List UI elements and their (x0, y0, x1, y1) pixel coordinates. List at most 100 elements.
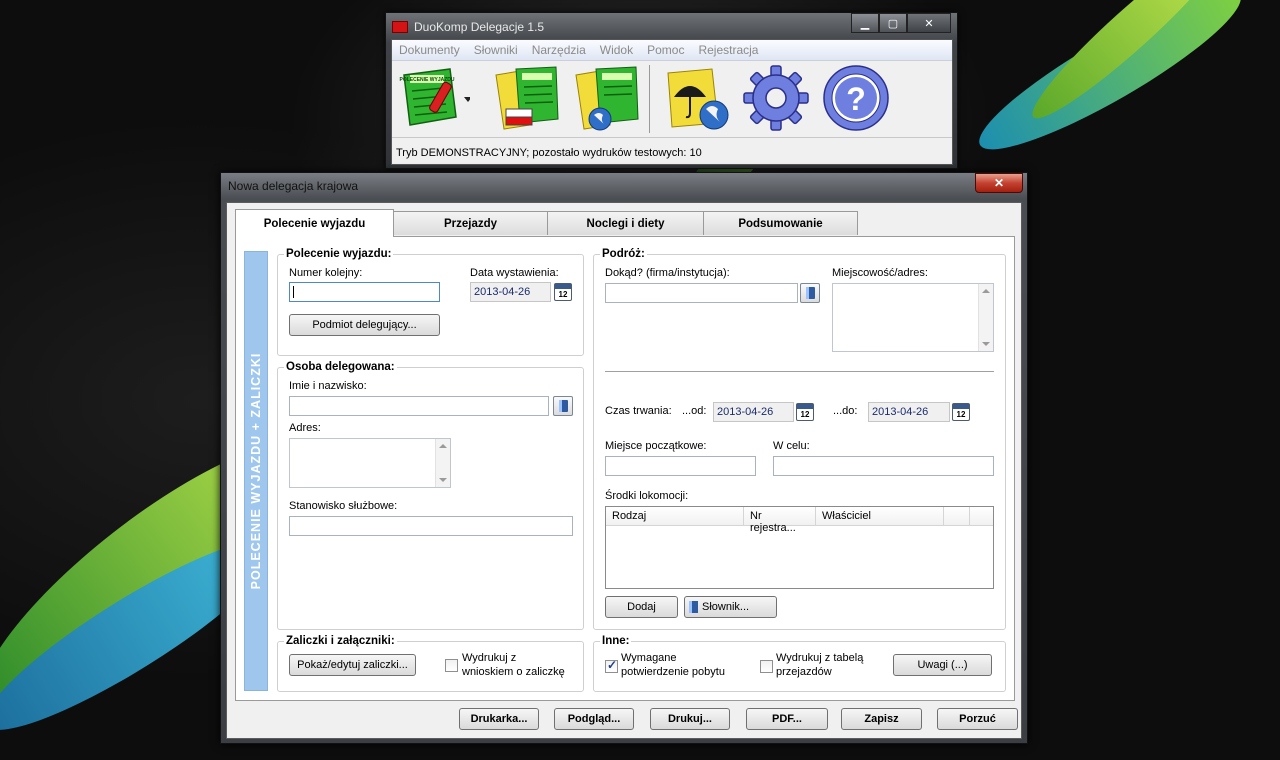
new-order-button[interactable]: POLECENIE WYJAZDU (398, 63, 470, 133)
srodki-lokomocji-label: Środki lokomocji: (605, 490, 689, 502)
divider (605, 371, 994, 372)
podglad-button[interactable]: Podgląd... (554, 708, 634, 730)
zaliczki-legend: Zaliczki i załączniki: (284, 635, 397, 647)
address-book-icon[interactable] (800, 283, 820, 303)
foreign-document-icon (575, 66, 639, 131)
column-header[interactable]: Nr rejestra... (744, 507, 816, 534)
osoba-group: Osoba delegowana: Imie i nazwisko: Adres… (277, 361, 584, 630)
wniosek-zaliczka-checkbox[interactable] (445, 659, 458, 672)
potwierdzenie-pobytu-checkbox[interactable] (605, 658, 618, 673)
inne-group: Inne: Wymagane potwierdzenie pobytu Wydr… (593, 635, 1006, 692)
dokad-label: Dokąd? (firma/instytucja): (605, 267, 730, 279)
numer-kolejny-input[interactable] (289, 282, 440, 302)
polecenie-group: Polecenie wyjazdu: Numer kolejny: Data w… (277, 248, 584, 356)
stanowisko-label: Stanowisko służbowe: (289, 500, 398, 512)
w-celu-input[interactable] (773, 456, 994, 476)
imie-nazwisko-input[interactable] (289, 396, 549, 416)
textarea-scrollbar[interactable] (978, 284, 993, 351)
menu-widok[interactable]: Widok (593, 43, 640, 57)
wniosek-label-2: wnioskiem o zaliczkę (462, 666, 565, 678)
miejscowosc-textarea[interactable] (832, 283, 994, 352)
zapisz-button[interactable]: Zapisz (841, 708, 922, 730)
podmiot-delegujacy-button[interactable]: Podmiot delegujący... (289, 314, 440, 336)
order-pen-icon: POLECENIE WYJAZDU (399, 68, 470, 126)
toolbar: POLECENIE WYJAZDU ? (392, 61, 952, 138)
help-question-icon: ? (823, 65, 889, 131)
tabela-label-2: przejazdów (776, 666, 832, 678)
gear-icon (743, 65, 809, 131)
menu-slowniki[interactable]: Słowniki (467, 43, 525, 57)
umbrella-globe-icon (667, 68, 729, 130)
window-controls: ▁ ▢ ✕ (851, 13, 951, 33)
column-header[interactable]: Właściciel (816, 507, 944, 526)
dialog-close-button[interactable]: ✕ (975, 173, 1023, 193)
dialog-client-area: Polecenie wyjazdu Przejazdy Noclegi i di… (226, 202, 1022, 739)
tabela-przejazdow-checkbox[interactable] (760, 660, 773, 673)
adres-label: Adres: (289, 422, 321, 434)
dodaj-button[interactable]: Dodaj (605, 596, 678, 618)
zaliczki-group: Zaliczki i załączniki: Pokaż/edytuj zali… (277, 635, 584, 692)
miejsce-poczatkowe-label: Miejsce początkowe: (605, 440, 707, 452)
tabela-label-1: Wydrukuj z tabelą (776, 652, 864, 664)
menu-dokumenty[interactable]: Dokumenty (392, 43, 467, 57)
svg-text:?: ? (846, 81, 866, 117)
data-wystawienia-input[interactable]: 2013-04-26 (470, 282, 551, 302)
edytuj-zaliczki-button[interactable]: Pokaż/edytuj zaliczki... (289, 654, 416, 676)
drukarka-button[interactable]: Drukarka... (459, 708, 539, 730)
menu-bar: Dokumenty Słowniki Narzędzia Widok Pomoc… (392, 40, 952, 61)
app-client-area: Dokumenty Słowniki Narzędzia Widok Pomoc… (391, 39, 953, 165)
column-header[interactable]: Rodzaj (606, 507, 744, 526)
close-button[interactable]: ✕ (907, 13, 951, 33)
podroz-legend: Podróż: (600, 248, 647, 260)
tab-polecenie-wyjazdu[interactable]: Polecenie wyjazdu (235, 209, 394, 237)
menu-pomoc[interactable]: Pomoc (640, 43, 691, 57)
data-od-input[interactable]: 2013-04-26 (713, 402, 794, 422)
maximize-button[interactable]: ▢ (879, 13, 907, 33)
menu-rejestracja[interactable]: Rejestracja (691, 43, 765, 57)
tab-podsumowanie[interactable]: Podsumowanie (703, 211, 858, 235)
stanowisko-input[interactable] (289, 516, 573, 536)
porzuc-button[interactable]: Porzuć (937, 708, 1018, 730)
uwagi-button[interactable]: Uwagi (...) (893, 654, 992, 676)
calendar-icon[interactable]: 12 (796, 403, 814, 421)
menu-narzedzia[interactable]: Narzędzia (525, 43, 593, 57)
wniosek-label-1: Wydrukuj z (462, 652, 517, 664)
column-header (970, 507, 993, 526)
insurance-button[interactable] (662, 63, 734, 133)
transport-table[interactable]: Rodzaj Nr rejestra... Właściciel (605, 506, 994, 589)
tab-noclegi-i-diety[interactable]: Noclegi i diety (547, 211, 704, 235)
tab-panel: POLECENIE WYJAZDU + ZALICZKI Polecenie w… (235, 236, 1015, 701)
drukuj-button[interactable]: Drukuj... (650, 708, 730, 730)
app-icon (392, 21, 408, 33)
polecenie-legend: Polecenie wyjazdu: (284, 248, 394, 260)
app-title: DuoKomp Delegacje 1.5 (414, 20, 545, 34)
address-book-icon[interactable] (553, 396, 573, 416)
numer-label: Numer kolejny: (289, 267, 363, 279)
calendar-icon[interactable]: 12 (554, 283, 572, 301)
calendar-icon[interactable]: 12 (952, 403, 970, 421)
dokad-input[interactable] (605, 283, 798, 303)
slownik-button[interactable]: Słownik... (684, 596, 777, 618)
main-app-window: DuoKomp Delegacje 1.5 ▁ ▢ ✕ Dokumenty Sł… (385, 12, 958, 169)
settings-button[interactable] (740, 63, 812, 133)
potwierdzenie-label-2: potwierdzenie pobytu (621, 666, 725, 678)
textarea-scrollbar[interactable] (435, 439, 450, 487)
data-wystawienia-label: Data wystawienia: (470, 267, 559, 279)
adres-textarea[interactable] (289, 438, 451, 488)
podroz-group: Podróż: Dokąd? (firma/instytucja): Miejs… (593, 248, 1006, 630)
new-delegation-dialog: Nowa delegacja krajowa ✕ Polecenie wyjaz… (220, 172, 1028, 744)
tab-przejazdy[interactable]: Przejazdy (393, 211, 548, 235)
dialog-title[interactable]: Nowa delegacja krajowa (228, 179, 358, 193)
pdf-button[interactable]: PDF... (746, 708, 828, 730)
minimize-button[interactable]: ▁ (851, 13, 879, 33)
miejsce-poczatkowe-input[interactable] (605, 456, 756, 476)
app-titlebar[interactable]: DuoKomp Delegacje 1.5 (392, 17, 544, 37)
data-do-input[interactable]: 2013-04-26 (868, 402, 950, 422)
help-button[interactable]: ? (820, 63, 892, 133)
section-side-label: POLECENIE WYJAZDU + ZALICZKI (244, 251, 268, 691)
foreign-trip-button[interactable] (572, 63, 644, 133)
domestic-document-icon (495, 66, 559, 130)
domestic-trip-button[interactable] (492, 63, 564, 133)
od-label: ...od: (682, 405, 707, 417)
imie-label: Imie i nazwisko: (289, 380, 367, 392)
